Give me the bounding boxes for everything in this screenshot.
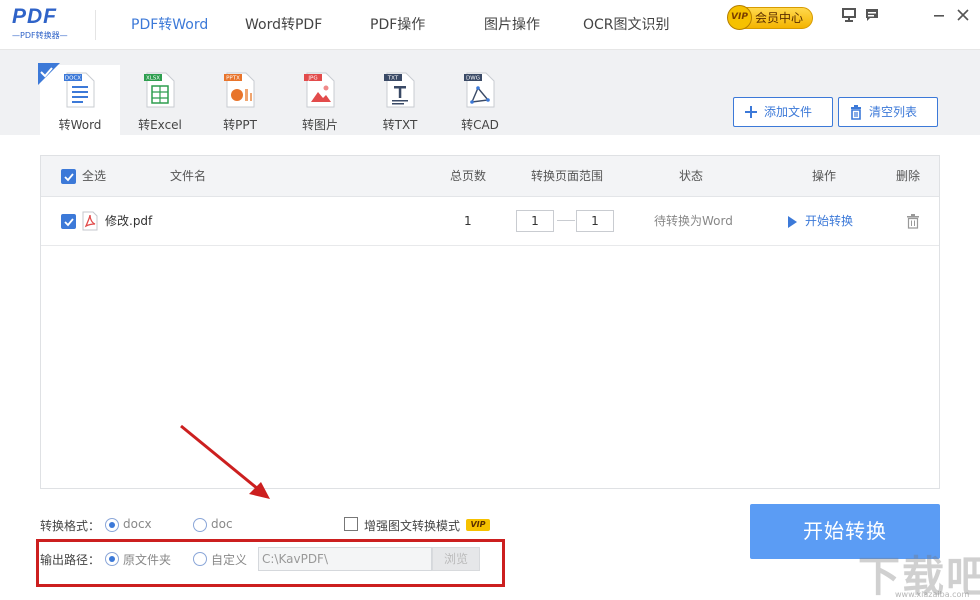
format-txt-label: 转TXT xyxy=(382,118,418,132)
select-all-checkbox[interactable] xyxy=(61,169,76,184)
format-excel[interactable]: XLSX 转Excel xyxy=(120,65,200,135)
message-icon[interactable] xyxy=(864,7,882,25)
jpg-tag: JPG xyxy=(307,76,317,82)
format-excel-label: 转Excel xyxy=(138,118,182,132)
format-toolbar: DOCX 转Word XLSX 转Excel PPTX 转PPT JPG 转图片… xyxy=(0,50,980,135)
format-word-label: 转Word xyxy=(58,118,102,132)
title-bar: PDF —PDF转换器— PDF转Word Word转PDF PDF操作 图片操… xyxy=(0,0,980,50)
header-filename: 文件名 xyxy=(170,169,207,183)
tab-word-to-pdf[interactable]: Word转PDF xyxy=(245,0,322,50)
add-file-label: 添加文件 xyxy=(764,105,813,119)
format-doc-label: doc xyxy=(211,517,233,531)
logo-subtitle: —PDF转换器— xyxy=(12,31,68,40)
header-status: 状态 xyxy=(679,169,704,183)
range-dash xyxy=(557,220,575,221)
plus-icon xyxy=(745,106,757,118)
format-cad-label: 转CAD xyxy=(461,118,499,132)
format-txt[interactable]: TXT 转TXT xyxy=(360,65,440,135)
clear-list-button[interactable]: 清空列表 xyxy=(838,97,938,127)
app-logo: PDF —PDF转换器— xyxy=(12,6,82,44)
tab-pdf-to-word[interactable]: PDF转Word xyxy=(131,0,208,50)
highlight-box xyxy=(36,539,505,587)
jpg-file-icon: JPG xyxy=(304,72,335,108)
txt-tag: TXT xyxy=(387,76,399,82)
xlsx-file-icon: XLSX xyxy=(144,72,175,108)
pptx-file-icon: PPTX xyxy=(224,72,255,108)
dwg-tag: DWG xyxy=(466,76,480,82)
pdf-file-icon xyxy=(82,211,98,231)
format-docx-label: docx xyxy=(123,517,152,531)
trash-icon xyxy=(851,105,861,120)
row-filename: 修改.pdf xyxy=(105,214,153,228)
select-all-label: 全选 xyxy=(82,169,107,183)
format-cad[interactable]: DWG 转CAD xyxy=(440,65,520,135)
format-image[interactable]: JPG 转图片 xyxy=(280,65,360,135)
file-list-header: 全选 文件名 总页数 转换页面范围 状态 操作 删除 xyxy=(41,156,939,197)
divider xyxy=(95,10,96,40)
app-window: PDF —PDF转换器— PDF转Word Word转PDF PDF操作 图片操… xyxy=(0,0,980,600)
enhance-mode-checkbox[interactable] xyxy=(344,517,358,531)
delete-icon[interactable] xyxy=(906,214,920,229)
file-list: 全选 文件名 总页数 转换页面范围 状态 操作 删除 修改.pdf 1 1 1 … xyxy=(40,155,940,489)
header-action: 操作 xyxy=(812,169,837,183)
range-from-input[interactable]: 1 xyxy=(516,210,554,232)
txt-file-icon: TXT xyxy=(384,72,415,108)
monitor-icon[interactable] xyxy=(841,7,859,25)
dwg-file-icon: DWG xyxy=(464,72,495,108)
close-icon[interactable] xyxy=(955,7,973,25)
logo-text: PDF xyxy=(12,5,57,28)
format-ppt[interactable]: PPTX 转PPT xyxy=(200,65,280,135)
add-file-button[interactable]: 添加文件 xyxy=(733,97,833,127)
header-delete: 删除 xyxy=(896,169,921,183)
vip-icon: VIP xyxy=(727,5,752,30)
play-icon[interactable] xyxy=(787,216,798,228)
header-pages: 总页数 xyxy=(450,169,487,183)
tab-image-operations[interactable]: 图片操作 xyxy=(484,0,540,50)
watermark-url: www.xiazaiba.com xyxy=(895,590,970,599)
clear-list-label: 清空列表 xyxy=(869,105,918,119)
format-word[interactable]: DOCX 转Word xyxy=(38,63,120,135)
header-range: 转换页面范围 xyxy=(531,169,604,183)
pptx-tag: PPTX xyxy=(226,76,240,82)
minimize-icon[interactable] xyxy=(931,7,949,25)
row-pages: 1 xyxy=(464,214,472,228)
row-checkbox[interactable] xyxy=(61,214,76,229)
tab-pdf-operations[interactable]: PDF操作 xyxy=(370,0,425,50)
vip-center-button[interactable]: VIP 会员中心 xyxy=(727,5,813,30)
selected-check-icon xyxy=(38,63,60,85)
format-ppt-label: 转PPT xyxy=(223,118,257,132)
vip-tag: VIP xyxy=(466,519,490,531)
xlsx-tag: XLSX xyxy=(146,76,160,82)
vip-center-label: 会员中心 xyxy=(755,11,804,25)
row-status: 待转换为Word xyxy=(654,214,733,228)
tab-ocr[interactable]: OCR图文识别 xyxy=(583,0,670,50)
watermark: 下载吧 www.xiazaiba.com xyxy=(855,543,980,600)
format-option-label: 转换格式： xyxy=(40,519,101,533)
table-row: 修改.pdf 1 1 1 待转换为Word 开始转换 xyxy=(41,197,939,246)
docx-tag: DOCX xyxy=(65,76,81,82)
format-doc-radio[interactable] xyxy=(193,518,207,532)
docx-file-icon: DOCX xyxy=(64,72,95,108)
range-to-input[interactable]: 1 xyxy=(576,210,614,232)
enhance-mode-label: 增强图文转换模式 xyxy=(364,519,461,533)
format-docx-radio[interactable] xyxy=(105,518,119,532)
format-image-label: 转图片 xyxy=(301,118,338,132)
start-convert-link[interactable]: 开始转换 xyxy=(805,197,853,246)
